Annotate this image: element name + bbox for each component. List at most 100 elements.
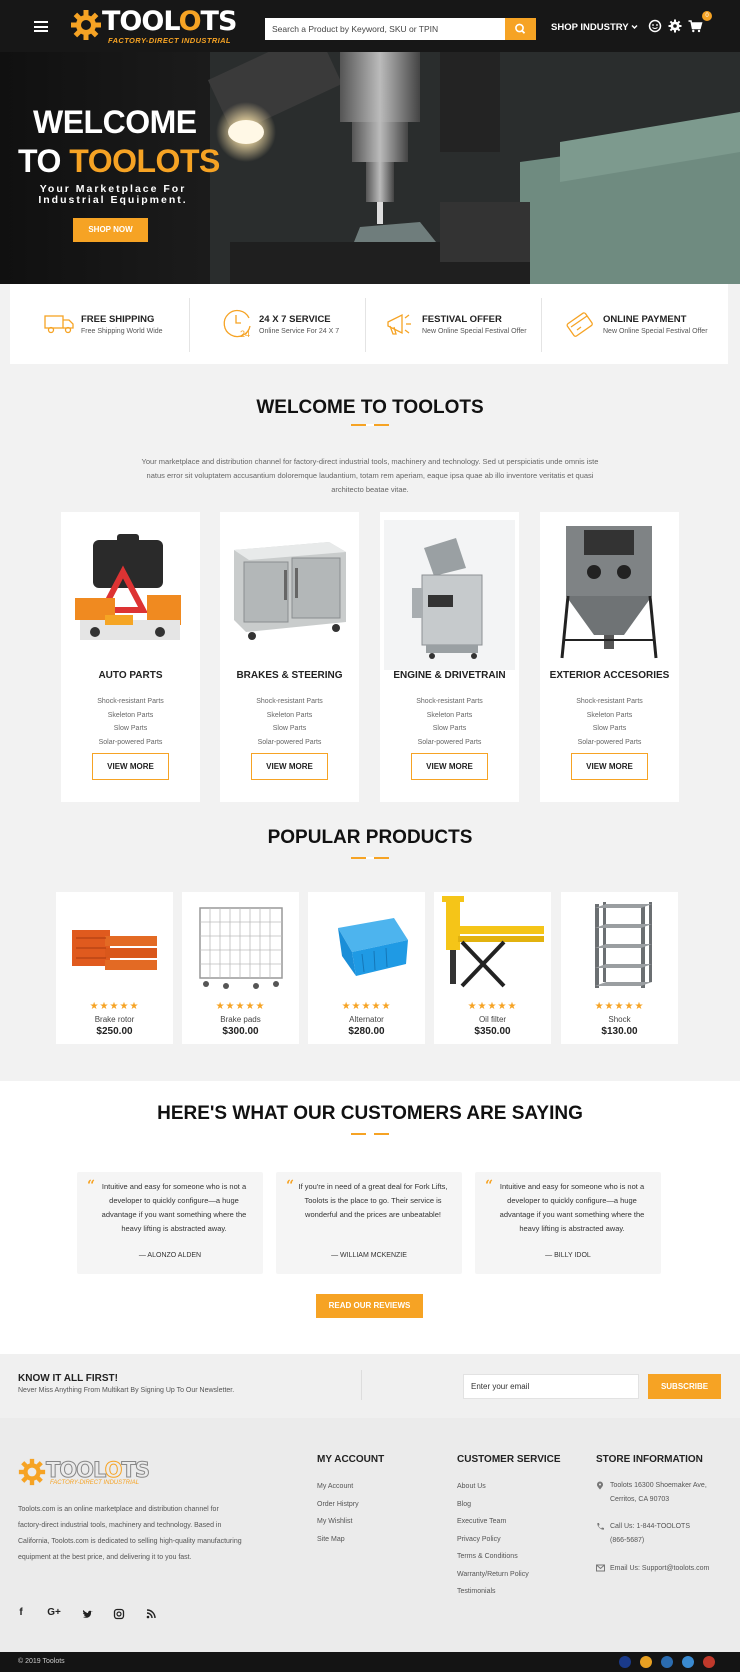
rss-icon[interactable]	[144, 1607, 158, 1621]
credit-card-icon	[566, 312, 593, 337]
footer-link[interactable]: About Us	[457, 1478, 529, 1496]
truck-icon	[44, 315, 74, 334]
view-more-button[interactable]: VIEW MORE	[251, 753, 328, 780]
footer-link[interactable]: Blog	[457, 1496, 529, 1514]
logo[interactable]: TOOLOTS FACTORY-DIRECT INDUSTRIAL	[70, 6, 250, 46]
cart-icon[interactable]	[687, 18, 703, 34]
welcome-title: WELCOME TO TOOLOTS	[256, 397, 484, 418]
category-card-exterior-accesories: EXTERIOR ACCESORIES Shock-resistant Part…	[540, 512, 679, 802]
feature-title: 24 X 7 SERVICE	[259, 314, 331, 325]
category-link[interactable]: Shock-resistant Parts	[220, 695, 359, 709]
category-link[interactable]: Slow Parts	[380, 722, 519, 736]
category-link[interactable]: Shock-resistant Parts	[380, 695, 519, 709]
instagram-icon[interactable]	[112, 1607, 126, 1621]
footer-link[interactable]: Terms & Conditions	[457, 1548, 529, 1566]
footer-logo-wordmark: TOOLOTS	[46, 1458, 151, 1483]
footer-link[interactable]: Order Histpry	[317, 1496, 359, 1514]
view-more-button[interactable]: VIEW MORE	[411, 753, 488, 780]
envelope-icon	[596, 1564, 605, 1572]
svg-text:24: 24	[240, 329, 250, 339]
category-link[interactable]: Solar-powered Parts	[540, 736, 679, 750]
shop-now-button[interactable]: SHOP NOW	[73, 218, 148, 242]
location-pin-icon	[597, 1481, 603, 1490]
testimonial-author: — ALONZO ALDEN	[138, 1252, 202, 1259]
testimonial-text: If you're in need of a great deal for Fo…	[298, 1182, 448, 1219]
footer-logo-tagline: FACTORY-DIRECT INDUSTRIAL	[50, 1480, 140, 1486]
footer-link[interactable]: My Wishlist	[317, 1513, 359, 1531]
category-link[interactable]: Solar-powered Parts	[380, 736, 519, 750]
footer-link[interactable]: Warranty/Return Policy	[457, 1566, 529, 1584]
category-link[interactable]: Shock-resistant Parts	[61, 695, 200, 709]
feature-subtitle: Free Shipping World Wide	[81, 328, 163, 335]
footer-logo[interactable]: TOOLOTS FACTORY-DIRECT INDUSTRIAL	[18, 1458, 168, 1488]
category-link[interactable]: Slow Parts	[61, 722, 200, 736]
title-underline	[351, 857, 389, 859]
search-button[interactable]	[505, 18, 536, 40]
rating-stars: ★★★★★	[89, 1001, 140, 1012]
read-reviews-button[interactable]: READ OUR REVIEWS	[316, 1294, 423, 1318]
menu-icon[interactable]	[34, 21, 48, 32]
store-phone: Call Us: 1-844-TOOLOTS (866-5687)	[596, 1520, 690, 1548]
category-link[interactable]: Skeleton Parts	[380, 709, 519, 723]
phone-icon	[597, 1523, 604, 1530]
gear-icon[interactable]	[667, 18, 683, 34]
testimonial-text: Intuitive and easy for someone who is no…	[499, 1182, 645, 1233]
user-icon[interactable]	[647, 18, 663, 34]
footer-link[interactable]: Executive Team	[457, 1513, 529, 1531]
category-link[interactable]: Shock-resistant Parts	[540, 695, 679, 709]
facebook-icon[interactable]: f	[14, 1607, 28, 1621]
amex-icon	[682, 1656, 694, 1668]
footer-link[interactable]: My Account	[317, 1478, 359, 1496]
footer: TOOLOTS FACTORY-DIRECT INDUSTRIAL Toolot…	[0, 1418, 740, 1652]
exterior-accesories-image	[560, 526, 658, 659]
divider	[365, 298, 366, 352]
category-link[interactable]: Solar-powered Parts	[220, 736, 359, 750]
testimonials-title: HERE'S WHAT OUR CUSTOMERS ARE SAYING	[157, 1103, 583, 1124]
google-plus-icon[interactable]: G+	[44, 1607, 64, 1621]
product-image-crates	[72, 930, 157, 970]
footer-link[interactable]: Privacy Policy	[457, 1531, 529, 1549]
category-link[interactable]: Skeleton Parts	[540, 709, 679, 723]
category-links: Shock-resistant Parts Skeleton Parts Slo…	[540, 695, 679, 749]
hero-title-line2: TO TOOLOTS	[18, 143, 220, 179]
cart-count-badge: 0	[702, 11, 712, 21]
email-field[interactable]	[463, 1374, 639, 1399]
auto-parts-image	[75, 534, 181, 640]
feature-subtitle: New Online Special Festival Offer	[422, 328, 527, 335]
product-name: Brake rotor	[94, 1015, 135, 1024]
brakes-steering-image	[234, 542, 346, 640]
subscribe-button[interactable]: SUBSCRIBE	[648, 1374, 721, 1399]
address-line: Cerritos, CA 90703	[610, 1496, 670, 1503]
twitter-icon[interactable]	[80, 1607, 94, 1621]
category-link[interactable]: Skeleton Parts	[61, 709, 200, 723]
category-link[interactable]: Solar-powered Parts	[61, 736, 200, 750]
view-more-button[interactable]: VIEW MORE	[92, 753, 169, 780]
product-card[interactable]: ★★★★★ Brake rotor $250.00	[56, 892, 173, 1044]
product-image-blue-bin	[338, 918, 408, 976]
mastercard-icon	[640, 1656, 652, 1668]
product-card[interactable]: ★★★★★ Oil filter $350.00	[434, 892, 551, 1044]
newsletter-title: KNOW IT ALL FIRST!	[18, 1373, 118, 1384]
product-image-shelving	[595, 902, 652, 988]
product-card[interactable]: ★★★★★ Brake pads $300.00	[182, 892, 299, 1044]
product-name: Brake pads	[220, 1015, 261, 1024]
category-link[interactable]: Skeleton Parts	[220, 709, 359, 723]
footer-link[interactable]: Testimonials	[457, 1583, 529, 1601]
store-address: Toolots 16300 Shoemaker Ave, Cerritos, C…	[596, 1479, 707, 1507]
phone-line[interactable]: Call Us: 1-844-TOOLOTS	[596, 1520, 690, 1534]
title-underline	[351, 1133, 389, 1135]
category-link[interactable]: Slow Parts	[540, 722, 679, 736]
logo-wordmark: TOOLOTS	[102, 6, 237, 37]
product-card[interactable]: ★★★★★ Alternator $280.00	[308, 892, 425, 1044]
email-link[interactable]: Email Us: Support@toolots.com	[596, 1562, 709, 1576]
footer-link[interactable]: Site Map	[317, 1531, 359, 1549]
category-links: Shock-resistant Parts Skeleton Parts Slo…	[220, 695, 359, 749]
visa-icon	[619, 1656, 631, 1668]
product-name: Oil filter	[478, 1015, 507, 1024]
search-input[interactable]	[265, 18, 505, 40]
shop-industry-menu[interactable]: SHOP INDUSTRY	[551, 22, 638, 33]
category-link[interactable]: Slow Parts	[220, 722, 359, 736]
view-more-button[interactable]: VIEW MORE	[571, 753, 648, 780]
product-card[interactable]: ★★★★★ Shock $130.00	[561, 892, 678, 1044]
rating-stars: ★★★★★	[341, 1001, 392, 1012]
